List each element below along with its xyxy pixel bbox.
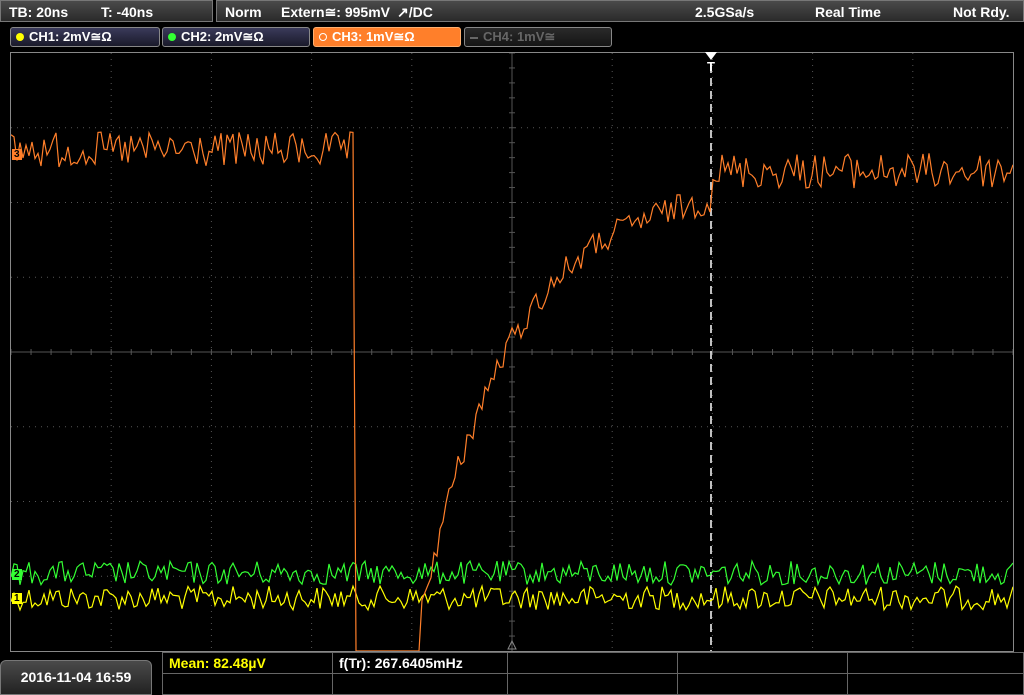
- trigger-mode: Norm: [225, 4, 262, 20]
- waveform-canvas: [11, 53, 1013, 651]
- channel-2-dot-icon: [168, 33, 176, 41]
- channel-1-dot-icon: [16, 33, 24, 41]
- channel-4-dash-icon: [470, 37, 478, 39]
- channel-3-marker[interactable]: 3: [12, 149, 22, 160]
- bottom-bar: 2016-11-04 16:59 Mean: 82.48µV f(Tr): 26…: [0, 652, 1024, 695]
- timebase-label: TB: 20ns: [9, 4, 69, 20]
- frequency-measurement: f(Tr): 267.6405mHz: [333, 653, 508, 674]
- measurement-slot-7: [333, 674, 508, 695]
- channel-3-button[interactable]: CH3: 1mV≅Ω: [313, 27, 461, 47]
- measurement-slot-8: [508, 674, 678, 695]
- trigger-source: Extern≅: 995mV: [281, 4, 390, 20]
- channel-2-label: CH2: 2mV≅Ω: [181, 29, 264, 44]
- measurement-slot-4: [678, 653, 848, 674]
- channel-2-button[interactable]: CH2: 2mV≅Ω: [162, 27, 310, 47]
- trigger-box[interactable]: Norm Extern≅: 995mV ↗/DC 2.5GSa/s Real T…: [216, 0, 1024, 22]
- date-time: 2016-11-04 16:59: [0, 660, 152, 695]
- top-bar: TB: 20ns T: -40ns Norm Extern≅: 995mV ↗/…: [0, 0, 1024, 24]
- channel-4-label: CH4: 1mV≅: [483, 29, 556, 44]
- trigger-slope: ↗/DC: [397, 4, 433, 20]
- channel-1-button[interactable]: CH1: 2mV≅Ω: [10, 27, 160, 47]
- measurement-slot-9: [678, 674, 848, 695]
- channel-3-label: CH3: 1mV≅Ω: [332, 29, 415, 44]
- sample-rate: 2.5GSa/s: [695, 4, 755, 20]
- waveform-display[interactable]: [10, 52, 1014, 652]
- measurement-slot-10: [848, 674, 1024, 695]
- acquisition-mode: Real Time: [815, 4, 881, 20]
- measurement-slot-3: [508, 653, 678, 674]
- status-label: Not Rdy.: [953, 4, 1010, 20]
- measurement-panel[interactable]: Mean: 82.48µV f(Tr): 267.6405mHz: [162, 652, 1024, 695]
- channel-1-marker[interactable]: 1: [12, 593, 22, 604]
- channel-3-dot-icon: [319, 33, 327, 41]
- mean-measurement: Mean: 82.48µV: [163, 653, 333, 674]
- measurement-slot-5: [848, 653, 1024, 674]
- measurement-slot-6: [163, 674, 333, 695]
- timebase-box[interactable]: TB: 20ns T: -40ns: [0, 0, 213, 22]
- channel-2-marker[interactable]: 2: [12, 569, 22, 580]
- trigger-position-marker[interactable]: T: [703, 52, 719, 80]
- channel-4-button[interactable]: CH4: 1mV≅: [464, 27, 612, 47]
- trigger-marker-label: T: [707, 59, 715, 74]
- channel-1-label: CH1: 2mV≅Ω: [29, 29, 112, 44]
- channel-bar: CH1: 2mV≅Ω CH2: 2mV≅Ω CH3: 1mV≅Ω CH4: 1m…: [0, 25, 1024, 49]
- trigger-offset-label: T: -40ns: [101, 4, 154, 20]
